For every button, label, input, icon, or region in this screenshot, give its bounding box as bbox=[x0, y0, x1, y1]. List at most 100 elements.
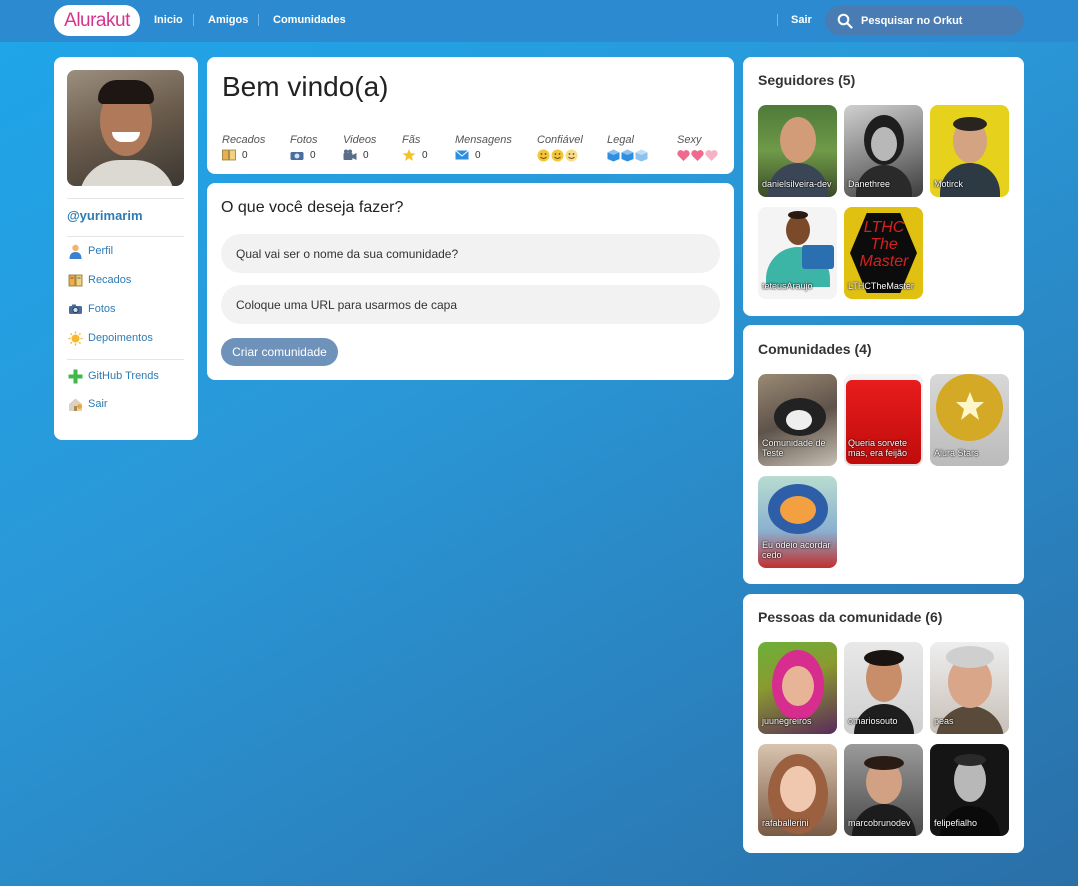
sidebar-item-recados[interactable]: Recados bbox=[68, 271, 131, 289]
person-tile[interactable]: felipefialho bbox=[930, 744, 1009, 836]
sidebar-item-github-trends[interactable]: GitHub Trends bbox=[68, 367, 159, 385]
community-cover-url-input[interactable] bbox=[221, 285, 720, 324]
community-name: Queria sorvete mas, era feijão bbox=[848, 438, 908, 458]
stat-label: Sexy bbox=[677, 134, 702, 146]
stat-label: Videos bbox=[343, 134, 377, 146]
person-tile[interactable]: rafaballerini bbox=[758, 744, 837, 836]
search-icon bbox=[837, 13, 853, 29]
followers-title: Seguidores (5) bbox=[758, 72, 856, 88]
alurakut-logo[interactable]: Alurakut bbox=[54, 5, 140, 36]
community-name: Comunidade de Teste bbox=[762, 438, 826, 458]
stat-fas: Fãs 0 bbox=[402, 134, 428, 161]
follower-tile[interactable]: Motirck bbox=[930, 105, 1009, 197]
nav-divider bbox=[193, 14, 194, 26]
person-tile[interactable]: marcobrunodev bbox=[844, 744, 923, 836]
sidebar-item-depoimentos[interactable]: Depoimentos bbox=[68, 329, 153, 347]
search-input[interactable] bbox=[861, 6, 1019, 35]
nav-divider bbox=[258, 14, 259, 26]
sidebar-item-label: Perfil bbox=[88, 245, 114, 257]
stat-confiavel: Confiável bbox=[537, 134, 583, 162]
sidebar-item-label: Sair bbox=[88, 398, 108, 410]
follower-name: teteusAraujo bbox=[762, 281, 813, 291]
star-icon bbox=[402, 149, 416, 161]
community-name: Eu odeio acordar cedo bbox=[762, 540, 831, 560]
plus-icon bbox=[68, 369, 83, 384]
video-icon bbox=[343, 149, 357, 161]
follower-tile[interactable]: teteusAraujo bbox=[758, 207, 837, 299]
follower-tile[interactable]: danielsilveira-dev bbox=[758, 105, 837, 197]
sidebar-item-sair[interactable]: Sair bbox=[68, 395, 108, 413]
create-community-card: O que você deseja fazer? Criar comunidad… bbox=[207, 183, 734, 380]
person-name: juunegreiros bbox=[762, 716, 812, 726]
form-title: O que você deseja fazer? bbox=[221, 199, 404, 216]
camera-icon bbox=[290, 149, 304, 161]
welcome-card: Bem vindo(a) Recados 0 Fotos 0 Videos 0 … bbox=[207, 57, 734, 174]
smiley-icon bbox=[537, 149, 583, 162]
profile-username[interactable]: @yurimarim bbox=[67, 208, 143, 223]
sidebar-item-fotos[interactable]: Fotos bbox=[68, 300, 116, 318]
community-name-input[interactable] bbox=[221, 234, 720, 273]
stat-label: Legal bbox=[607, 134, 634, 146]
community-people-title: Pessoas da comunidade (6) bbox=[758, 609, 943, 625]
sidebar-item-perfil[interactable]: Perfil bbox=[68, 242, 113, 260]
person-tile[interactable]: omariosouto bbox=[844, 642, 923, 734]
stat-value: 0 bbox=[363, 149, 369, 161]
stat-label: Mensagens bbox=[455, 134, 512, 146]
person-name: felipefialho bbox=[934, 818, 978, 828]
avatar[interactable] bbox=[67, 70, 184, 186]
stat-label: Confiável bbox=[537, 134, 583, 146]
nav-inicio[interactable]: Inicio bbox=[154, 14, 183, 26]
profile-sidebar: @yurimarim Perfil Recados Fotos Depoimen… bbox=[54, 57, 198, 440]
follower-tile[interactable]: LTHC The Master LTHCTheMaster bbox=[844, 207, 923, 299]
community-tile[interactable]: Alura Stars bbox=[930, 374, 1009, 466]
stat-videos: Videos 0 bbox=[343, 134, 376, 161]
stat-label: Fãs bbox=[402, 134, 421, 146]
stat-recados: Recados 0 bbox=[222, 134, 265, 161]
communities-box: Comunidades (4) Comunidade de Teste Quer… bbox=[743, 325, 1024, 584]
person-name: peas bbox=[934, 716, 954, 726]
followers-box: Seguidores (5) danielsilveira-dev Daneth… bbox=[743, 57, 1024, 316]
stat-value: 0 bbox=[310, 149, 316, 161]
follower-tile[interactable]: Danethree bbox=[844, 105, 923, 197]
camera-icon bbox=[68, 302, 83, 317]
stat-value: 0 bbox=[422, 149, 428, 161]
nav-comunidades[interactable]: Comunidades bbox=[273, 14, 346, 26]
heart-icon bbox=[677, 149, 721, 162]
follower-name: danielsilveira-dev bbox=[762, 179, 832, 189]
sidebar-item-label: Depoimentos bbox=[88, 332, 153, 344]
book-icon bbox=[222, 149, 236, 161]
community-tile[interactable]: Eu odeio acordar cedo bbox=[758, 476, 837, 568]
cube-icon bbox=[607, 149, 651, 162]
sun-icon bbox=[68, 331, 83, 346]
follower-name: Motirck bbox=[934, 179, 963, 189]
communities-title: Comunidades (4) bbox=[758, 341, 872, 357]
user-icon bbox=[68, 244, 83, 259]
stat-label: Recados bbox=[222, 134, 266, 146]
search-bar[interactable] bbox=[825, 6, 1024, 35]
logout-link[interactable]: Sair bbox=[791, 14, 812, 26]
person-tile[interactable]: peas bbox=[930, 642, 1009, 734]
nav-amigos[interactable]: Amigos bbox=[208, 14, 248, 26]
page-title: Bem vindo(a) bbox=[222, 71, 389, 102]
stat-mensagens: Mensagens 0 bbox=[455, 134, 512, 161]
person-name: marcobrunodev bbox=[848, 818, 911, 828]
community-tile[interactable]: Comunidade de Teste bbox=[758, 374, 837, 466]
book-icon bbox=[68, 273, 83, 288]
person-name: rafaballerini bbox=[762, 818, 809, 828]
person-name: omariosouto bbox=[848, 716, 898, 726]
create-community-button[interactable]: Criar comunidade bbox=[221, 338, 338, 366]
divider bbox=[67, 198, 184, 199]
stat-sexy: Sexy bbox=[677, 134, 721, 162]
community-people-box: Pessoas da comunidade (6) juunegreiros o… bbox=[743, 594, 1024, 853]
community-tile[interactable]: Queria sorvete mas, era feijão bbox=[844, 374, 923, 466]
stat-legal: Legal bbox=[607, 134, 651, 162]
stat-value: 0 bbox=[475, 149, 481, 161]
sidebar-item-label: GitHub Trends bbox=[88, 370, 159, 382]
follower-name: Danethree bbox=[848, 179, 891, 189]
person-tile[interactable]: juunegreiros bbox=[758, 642, 837, 734]
stat-value: 0 bbox=[242, 149, 248, 161]
logout-icon bbox=[68, 397, 83, 412]
stat-label: Fotos bbox=[290, 134, 318, 146]
sidebar-item-label: Recados bbox=[88, 274, 132, 286]
top-bar: Alurakut Inicio Amigos Comunidades Sair bbox=[0, 0, 1078, 42]
